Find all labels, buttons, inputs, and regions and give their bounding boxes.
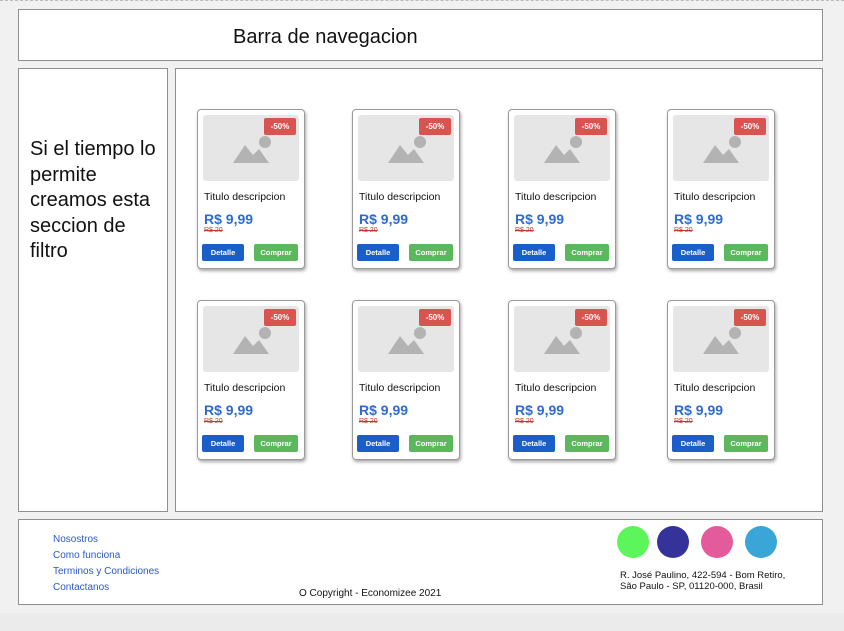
- product-card[interactable]: -50% Titulo descripcion R$ 9,99 R$ 20 Detall…: [508, 300, 616, 460]
- copyright-text: O Copyright - Economizee 2021: [299, 588, 442, 599]
- social-icon-blue[interactable]: [745, 526, 777, 558]
- product-grid: -50% Titulo descripcion R$ 9,99 R$ 20 Detall…: [175, 68, 823, 512]
- product-card[interactable]: -50% Titulo descripcion R$ 9,99 R$ 20 Detall…: [352, 300, 460, 460]
- detail-button[interactable]: Detalle: [672, 244, 714, 261]
- image-placeholder-icon: [703, 136, 741, 163]
- address-line-1: R. José Paulino, 422-594 - Bom Retiro,: [620, 570, 786, 581]
- buy-button[interactable]: Comprar: [724, 244, 768, 261]
- detail-button[interactable]: Detalle: [357, 435, 399, 452]
- footer-link-nosotros[interactable]: Nosostros: [53, 532, 159, 548]
- buy-button[interactable]: Comprar: [565, 244, 609, 261]
- filter-placeholder-text: Si el tiempo lo permite creamos esta sec…: [30, 138, 156, 262]
- social-icon-green[interactable]: [617, 526, 649, 558]
- product-old-price: R$ 20: [359, 227, 378, 234]
- product-old-price: R$ 20: [359, 418, 378, 425]
- product-price: R$ 9,99: [515, 402, 565, 418]
- buy-button[interactable]: Comprar: [409, 244, 453, 261]
- discount-badge: -50%: [734, 309, 766, 326]
- discount-badge: -50%: [575, 118, 607, 135]
- navigation-bar: Barra de navegacion: [18, 9, 823, 61]
- footer-links: Nosostros Como funciona Terminos y Condi…: [53, 532, 159, 596]
- address-line-2: São Paulo - SP, 01120-000, Brasil: [620, 581, 763, 592]
- top-divider: [0, 0, 844, 1]
- product-old-price: R$ 20: [204, 418, 223, 425]
- detail-button[interactable]: Detalle: [513, 244, 555, 261]
- navbar-title: Barra de navegacion: [233, 26, 418, 48]
- discount-badge: -50%: [575, 309, 607, 326]
- image-placeholder-icon: [388, 327, 426, 354]
- address: R. José Paulino, 422-594 - Bom Retiro, S…: [620, 570, 785, 592]
- product-card[interactable]: -50% Titulo descripcion R$ 9,99 R$ 20 Detall…: [508, 109, 616, 269]
- product-card[interactable]: -50% Titulo descripcion R$ 9,99 R$ 20 Detall…: [667, 109, 775, 269]
- product-card[interactable]: -50% Titulo descripcion R$ 9,99 R$ 20 Detall…: [197, 300, 305, 460]
- footer-link-como-funciona[interactable]: Como funciona: [53, 548, 159, 564]
- buy-button[interactable]: Comprar: [565, 435, 609, 452]
- footer-link-contactanos[interactable]: Contactanos: [53, 580, 159, 596]
- product-card[interactable]: -50% Titulo descripcion R$ 9,99 R$ 20 Detall…: [667, 300, 775, 460]
- detail-button[interactable]: Detalle: [202, 435, 244, 452]
- product-card[interactable]: -50% Titulo descripcion R$ 9,99 R$ 20 Detall…: [197, 109, 305, 269]
- product-old-price: R$ 20: [204, 227, 223, 234]
- product-price: R$ 9,99: [204, 402, 254, 418]
- bottom-strip: [0, 613, 844, 631]
- product-price: R$ 9,99: [359, 211, 409, 227]
- product-price: R$ 9,99: [674, 211, 724, 227]
- image-placeholder-icon: [233, 327, 271, 354]
- product-card[interactable]: -50% Titulo descripcion R$ 9,99 R$ 20 Detall…: [352, 109, 460, 269]
- detail-button[interactable]: Detalle: [202, 244, 244, 261]
- detail-button[interactable]: Detalle: [672, 435, 714, 452]
- product-price: R$ 9,99: [515, 211, 565, 227]
- image-placeholder-icon: [233, 136, 271, 163]
- product-title: Titulo descripcion: [674, 191, 756, 203]
- product-price: R$ 9,99: [674, 402, 724, 418]
- product-title: Titulo descripcion: [515, 382, 597, 394]
- detail-button[interactable]: Detalle: [357, 244, 399, 261]
- product-old-price: R$ 20: [515, 227, 534, 234]
- product-old-price: R$ 20: [674, 418, 693, 425]
- product-title: Titulo descripcion: [359, 382, 441, 394]
- image-placeholder-icon: [703, 327, 741, 354]
- buy-button[interactable]: Comprar: [409, 435, 453, 452]
- buy-button[interactable]: Comprar: [254, 244, 298, 261]
- discount-badge: -50%: [419, 118, 451, 135]
- product-title: Titulo descripcion: [674, 382, 756, 394]
- image-placeholder-icon: [544, 327, 582, 354]
- buy-button[interactable]: Comprar: [254, 435, 298, 452]
- image-placeholder-icon: [388, 136, 426, 163]
- discount-badge: -50%: [264, 309, 296, 326]
- image-placeholder-icon: [544, 136, 582, 163]
- product-title: Titulo descripcion: [359, 191, 441, 203]
- discount-badge: -50%: [264, 118, 296, 135]
- product-title: Titulo descripcion: [204, 382, 286, 394]
- product-price: R$ 9,99: [204, 211, 254, 227]
- discount-badge: -50%: [419, 309, 451, 326]
- social-icon-pink[interactable]: [701, 526, 733, 558]
- social-icon-navy[interactable]: [657, 526, 689, 558]
- product-old-price: R$ 20: [515, 418, 534, 425]
- product-price: R$ 9,99: [359, 402, 409, 418]
- product-title: Titulo descripcion: [204, 191, 286, 203]
- filter-section: Si el tiempo lo permite creamos esta sec…: [18, 68, 168, 512]
- detail-button[interactable]: Detalle: [513, 435, 555, 452]
- discount-badge: -50%: [734, 118, 766, 135]
- buy-button[interactable]: Comprar: [724, 435, 768, 452]
- footer: Nosostros Como funciona Terminos y Condi…: [18, 519, 823, 605]
- footer-link-terminos[interactable]: Terminos y Condiciones: [53, 564, 159, 580]
- product-title: Titulo descripcion: [515, 191, 597, 203]
- product-old-price: R$ 20: [674, 227, 693, 234]
